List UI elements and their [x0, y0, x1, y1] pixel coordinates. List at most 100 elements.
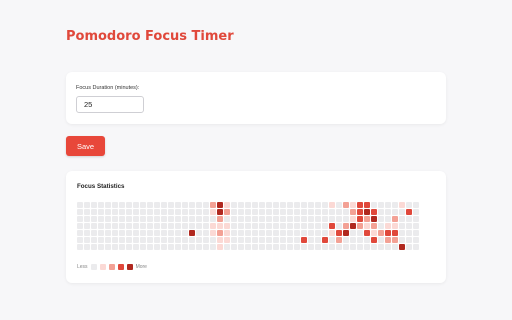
heatmap-cell: [98, 202, 104, 208]
heatmap-cell: [287, 230, 293, 236]
heatmap-cell: [364, 223, 370, 229]
heatmap-cell: [399, 216, 405, 222]
heatmap-cell: [357, 202, 363, 208]
heatmap-cell: [126, 223, 132, 229]
heatmap-cell: [126, 237, 132, 243]
heatmap-cell: [112, 202, 118, 208]
heatmap-cell: [196, 216, 202, 222]
heatmap-cell: [343, 244, 349, 250]
heatmap-cell: [189, 209, 195, 215]
heatmap-cell: [385, 209, 391, 215]
heatmap-cell: [308, 216, 314, 222]
heatmap-cell: [105, 202, 111, 208]
heatmap-cell: [385, 237, 391, 243]
heatmap-cell: [413, 202, 419, 208]
heatmap-cell: [245, 209, 251, 215]
legend-swatch: [117, 264, 124, 270]
heatmap-cell: [399, 244, 405, 250]
heatmap-cell: [322, 244, 328, 250]
heatmap-cell: [175, 209, 181, 215]
heatmap-cell: [364, 216, 370, 222]
heatmap-cell: [357, 223, 363, 229]
heatmap-cell: [238, 244, 244, 250]
heatmap-cell: [343, 209, 349, 215]
heatmap-cell: [329, 237, 335, 243]
heatmap-cell: [392, 216, 398, 222]
heatmap-cell: [336, 202, 342, 208]
heatmap-cell: [322, 230, 328, 236]
heatmap-cell: [378, 216, 384, 222]
heatmap-cell: [161, 230, 167, 236]
heatmap-cell: [91, 216, 97, 222]
heatmap-cell: [280, 244, 286, 250]
heatmap-cell: [77, 223, 83, 229]
heatmap-cell: [210, 244, 216, 250]
heatmap-cell: [175, 230, 181, 236]
heatmap-cell: [189, 202, 195, 208]
heatmap-cell: [287, 244, 293, 250]
heatmap-cell: [77, 209, 83, 215]
heatmap-cell: [196, 223, 202, 229]
heatmap-cell: [238, 230, 244, 236]
heatmap-cell: [168, 223, 174, 229]
heatmap-cell: [252, 209, 258, 215]
heatmap-cell: [91, 223, 97, 229]
heatmap-cell: [147, 223, 153, 229]
heatmap-cell: [252, 230, 258, 236]
heatmap-cell: [133, 237, 139, 243]
save-button[interactable]: Save: [66, 136, 105, 156]
heatmap-cell: [315, 237, 321, 243]
heatmap-cell: [259, 230, 265, 236]
heatmap-cell: [364, 202, 370, 208]
heatmap-cell: [238, 209, 244, 215]
focus-duration-input[interactable]: [76, 96, 144, 113]
heatmap-cell: [273, 209, 279, 215]
heatmap-cell: [196, 230, 202, 236]
heatmap-cell: [84, 230, 90, 236]
heatmap-cell: [182, 223, 188, 229]
heatmap-cell: [371, 209, 377, 215]
heatmap-cell: [280, 209, 286, 215]
heatmap-cell: [371, 244, 377, 250]
heatmap-cell: [294, 237, 300, 243]
heatmap-cell: [343, 230, 349, 236]
heatmap-cell: [126, 209, 132, 215]
heatmap-cell: [168, 244, 174, 250]
heatmap-cell: [84, 223, 90, 229]
heatmap-cell: [203, 216, 209, 222]
heatmap-cell: [315, 223, 321, 229]
heatmap-cell: [308, 202, 314, 208]
heatmap-cell: [91, 244, 97, 250]
heatmap-cell: [406, 244, 412, 250]
heatmap-cell: [329, 230, 335, 236]
heatmap-cell: [154, 244, 160, 250]
heatmap-cell: [217, 237, 223, 243]
heatmap-cell: [378, 244, 384, 250]
heatmap-cell: [315, 216, 321, 222]
heatmap-cell: [301, 209, 307, 215]
activity-heatmap: [77, 202, 419, 250]
heatmap-cell: [119, 223, 125, 229]
heatmap-cell: [210, 216, 216, 222]
heatmap-cell: [252, 223, 258, 229]
heatmap-cell: [392, 209, 398, 215]
heatmap-cell: [357, 237, 363, 243]
focus-duration-label: Focus Duration (minutes):: [76, 85, 140, 91]
heatmap-cell: [154, 223, 160, 229]
heatmap-cell: [273, 223, 279, 229]
heatmap-cell: [175, 216, 181, 222]
heatmap-cell: [133, 230, 139, 236]
heatmap-cell: [322, 223, 328, 229]
heatmap-cell: [336, 237, 342, 243]
heatmap-cell: [196, 202, 202, 208]
heatmap-cell: [301, 230, 307, 236]
heatmap-cell: [105, 230, 111, 236]
heatmap-cell: [140, 223, 146, 229]
heatmap-cell: [203, 230, 209, 236]
heatmap-cell: [189, 244, 195, 250]
heatmap-cell: [343, 202, 349, 208]
heatmap-cell: [112, 244, 118, 250]
heatmap-cell: [189, 223, 195, 229]
heatmap-cell: [126, 244, 132, 250]
heatmap-cell: [329, 223, 335, 229]
